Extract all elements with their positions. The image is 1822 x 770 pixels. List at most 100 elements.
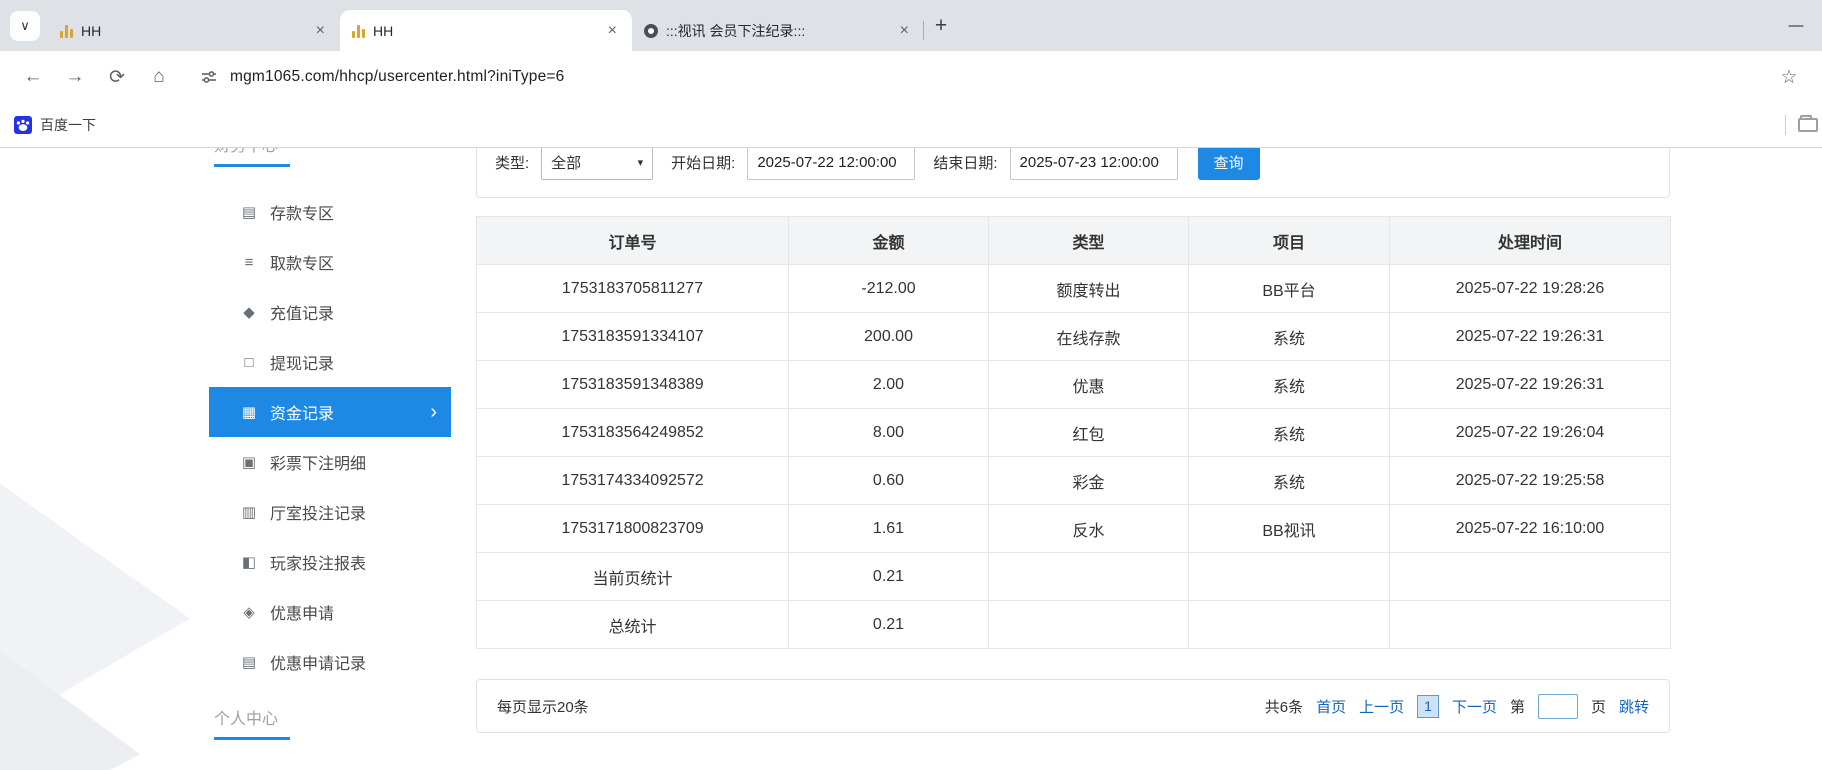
cell-order-no: 1753171800823709: [476, 504, 789, 553]
next-page-link[interactable]: 下一页: [1452, 696, 1497, 717]
back-button[interactable]: ←: [16, 60, 50, 94]
section-underline: [214, 164, 290, 167]
circle-favicon-icon: [644, 23, 658, 38]
chevron-down-icon: ▾: [637, 157, 644, 169]
table-row-grand-total: 总统计 0.21: [476, 600, 1671, 649]
table-row: 1753183705811277 -212.00 额度转出 BB平台 2025-…: [476, 264, 1671, 313]
records-icon: ▤: [241, 654, 257, 671]
tab-hh-1[interactable]: HH ×: [48, 10, 340, 51]
page-number-input[interactable]: [1537, 693, 1578, 719]
withdraw-icon: ≡: [244, 253, 254, 271]
close-tab-icon[interactable]: ×: [313, 22, 328, 40]
filter-bar: 类型: 全部 ▾ 开始日期: 结束日期: 查询: [476, 148, 1670, 198]
sidebar-item-promo-apply-records[interactable]: ▤ 优惠申请记录: [209, 637, 451, 687]
reload-button[interactable]: ⟳: [100, 60, 134, 94]
cell-project: 系统: [1188, 360, 1390, 409]
chevron-down-icon: ∨: [20, 17, 30, 33]
close-tab-icon[interactable]: ×: [605, 22, 620, 40]
type-label: 类型:: [495, 155, 530, 172]
browser-window: ∨ HH × HH × :::视讯 会员下注纪录::: × + — ← → ⟳ …: [0, 0, 1822, 148]
document-icon: ▣: [241, 454, 257, 471]
chevron-right-icon: ›: [430, 401, 437, 423]
cell-project: 系统: [1188, 456, 1390, 505]
first-page-link[interactable]: 首页: [1316, 696, 1346, 717]
current-page-badge[interactable]: 1: [1417, 694, 1439, 718]
pagination-bar: 每页显示20条 共6条 首页 上一页 1 下一页 第 页 跳转: [476, 679, 1670, 733]
sidebar-item-fund-records[interactable]: ▦ 资金记录 ›: [209, 387, 451, 437]
table-row: 1753183591348389 2.00 优惠 系统 2025-07-22 1…: [476, 360, 1671, 409]
forward-button[interactable]: →: [58, 60, 92, 94]
sidebar-item-promo-apply[interactable]: ◈ 优惠申请: [209, 587, 451, 637]
col-header-order-no: 订单号: [476, 216, 789, 265]
recharge-icon: ◆: [243, 304, 255, 321]
sidebar-item-lottery-bet-details[interactable]: ▣ 彩票下注明细: [209, 437, 451, 487]
sidebar-item-withdraw-zone[interactable]: ≡ 取款专区: [209, 237, 451, 287]
type-select[interactable]: 全部 ▾: [541, 148, 654, 180]
tab-title: HH: [373, 22, 394, 39]
tab-strip: ∨ HH × HH × :::视讯 会员下注纪录::: × + —: [0, 0, 1822, 51]
cell-order-no: 1753183591334107: [476, 312, 789, 361]
tab-hh-2-active[interactable]: HH ×: [340, 10, 632, 51]
sidebar-item-room-bet-records[interactable]: ▥ 厅室投注记录: [209, 487, 451, 537]
gift-icon: ◈: [243, 604, 255, 621]
sidebar-item-label: 彩票下注明细: [270, 456, 367, 473]
divider: [1785, 115, 1786, 135]
sidebar-item-label: 提现记录: [270, 356, 335, 373]
col-header-time: 处理时间: [1389, 216, 1671, 265]
cell-amount: 200.00: [788, 312, 989, 361]
other-bookmarks-folder-icon[interactable]: [1798, 115, 1818, 132]
address-bar: ← → ⟳ ⌂ mgm1065.com/hhcp/usercenter.html…: [0, 51, 1822, 103]
cell-amount: 1.61: [788, 504, 989, 553]
table-header-row: 订单号 金额 类型 项目 处理时间: [476, 216, 1671, 265]
start-date-input[interactable]: [747, 148, 916, 180]
cell-amount: 8.00: [788, 408, 989, 457]
end-date-label: 结束日期:: [933, 155, 998, 172]
sidebar-item-label: 优惠申请: [270, 606, 335, 623]
jump-link[interactable]: 跳转: [1619, 696, 1649, 717]
sidebar-item-player-bet-report[interactable]: ◧ 玩家投注报表: [209, 537, 451, 587]
search-button[interactable]: 查询: [1197, 148, 1260, 180]
sidebar-item-label: 资金记录: [270, 406, 335, 423]
sidebar-item-label: 优惠申请记录: [270, 656, 367, 673]
cell-amount: 2.00: [788, 360, 989, 409]
cell-type: 反水: [988, 504, 1189, 553]
sidebar-item-withdrawal-records[interactable]: □ 提现记录: [209, 337, 451, 387]
home-button[interactable]: ⌂: [142, 60, 176, 94]
cell-type: 优惠: [988, 360, 1189, 409]
table-row: 1753183591334107 200.00 在线存款 系统 2025-07-…: [476, 312, 1671, 361]
cell-time: 2025-07-22 19:26:31: [1389, 312, 1671, 361]
cell-project: 系统: [1188, 408, 1390, 457]
new-tab-button[interactable]: +: [924, 9, 958, 43]
cell-type: 彩金: [988, 456, 1189, 505]
cell-amount: 0.21: [788, 552, 989, 601]
cell-time: 2025-07-22 19:26:31: [1389, 360, 1671, 409]
cell-project: BB平台: [1188, 264, 1390, 313]
cell-type: 额度转出: [988, 264, 1189, 313]
hh-favicon-icon: [60, 24, 73, 38]
cell-type: 红包: [988, 408, 1189, 457]
hh-favicon-icon: [352, 24, 365, 38]
tab-video-records[interactable]: :::视讯 会员下注纪录::: ×: [632, 10, 924, 51]
cell-order-no: 1753174334092572: [476, 456, 789, 505]
prev-page-link[interactable]: 上一页: [1359, 696, 1404, 717]
minimize-button[interactable]: —: [1770, 0, 1822, 51]
sidebar-item-deposit-zone[interactable]: ▤ 存款专区: [209, 187, 451, 237]
end-date-input[interactable]: [1009, 148, 1178, 180]
cell-time: 2025-07-22 19:28:26: [1389, 264, 1671, 313]
sidebar-item-recharge-records[interactable]: ◆ 充值记录: [209, 287, 451, 337]
sidebar-item-label: 充值记录: [270, 306, 335, 323]
sidebar-section-personal: 个人中心: [214, 711, 279, 728]
cell-amount: 0.21: [788, 600, 989, 649]
bookmark-star-icon[interactable]: ☆: [1772, 60, 1806, 94]
url-text[interactable]: mgm1065.com/hhcp/usercenter.html?iniType…: [230, 68, 1772, 86]
site-info-icon[interactable]: [194, 62, 224, 92]
jump-prefix-text: 第: [1509, 698, 1525, 716]
close-tab-icon[interactable]: ×: [897, 22, 912, 40]
table-row-page-total: 当前页统计 0.21: [476, 552, 1671, 601]
sidebar-item-label: 玩家投注报表: [270, 556, 367, 573]
tab-search-button[interactable]: ∨: [10, 10, 40, 41]
sidebar-item-label: 存款专区: [270, 206, 335, 223]
fund-records-table: 订单号 金额 类型 项目 处理时间 1753183705811277 -212.…: [476, 216, 1671, 649]
bookmark-baidu[interactable]: 百度一下: [40, 115, 96, 135]
main-panel: 类型: 全部 ▾ 开始日期: 结束日期: 查询 订单号 金额 类型 项目 处理时…: [476, 148, 1671, 733]
